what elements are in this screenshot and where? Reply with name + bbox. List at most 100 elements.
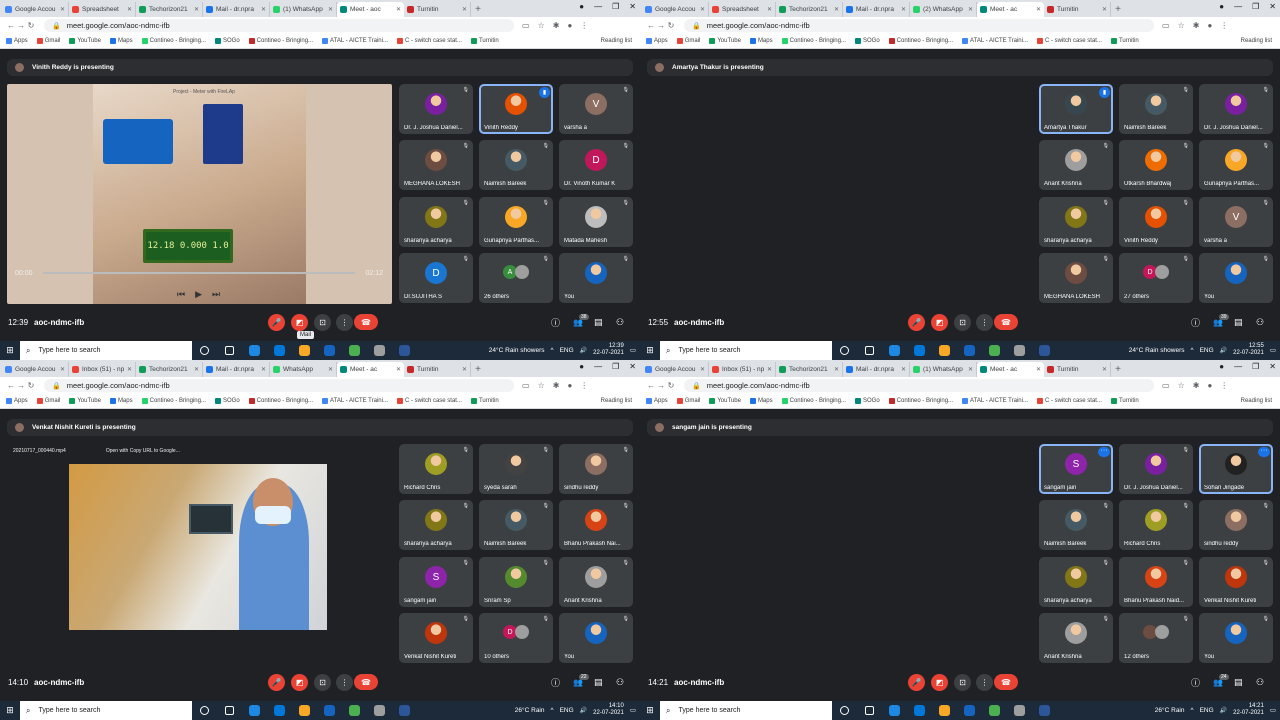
forward-icon[interactable]: → — [16, 21, 26, 30]
browser-tab[interactable]: Turnitin ✕ — [404, 2, 471, 17]
word-icon[interactable] — [1032, 341, 1057, 360]
participant-tile[interactable]: 12 others 🎙 — [1119, 613, 1193, 663]
bookmark-item[interactable]: Gmail — [676, 38, 700, 44]
mic-off-button[interactable]: 🎤 — [908, 313, 925, 331]
tab-close-icon[interactable]: ✕ — [462, 366, 470, 373]
forward-icon[interactable]: → — [656, 381, 666, 390]
browser-tab[interactable]: Techorizon21 ✕ — [776, 362, 843, 377]
app-icon[interactable] — [1007, 701, 1032, 720]
activities-icon[interactable]: ⚇ — [616, 317, 624, 328]
bookmark-item[interactable]: SOGo — [854, 398, 880, 404]
chat-icon[interactable]: ▤ — [1234, 677, 1243, 688]
browser-tab[interactable]: Turnitin ✕ — [404, 362, 471, 377]
participant-tile[interactable]: Naimish Bareek 🎙 — [479, 140, 553, 190]
app-icon[interactable] — [367, 341, 392, 360]
windows-start-icon[interactable]: ⊞ — [640, 345, 660, 356]
cortana-icon[interactable] — [832, 341, 857, 360]
windows-start-icon[interactable]: ⊞ — [0, 705, 20, 716]
participant-tile[interactable]: Gunapriya Parthas... 🎙 — [479, 197, 553, 247]
record-icon[interactable]: ● — [1219, 362, 1224, 371]
tab-close-icon[interactable]: ✕ — [462, 6, 470, 13]
participant-tile[interactable]: You 🎙 — [559, 253, 633, 303]
app-icon[interactable] — [367, 701, 392, 720]
participant-tile[interactable]: MEGHANA LOKESH 🎙 — [399, 140, 473, 190]
participant-tile[interactable]: Gunapriya Parthas... 🎙 — [1199, 140, 1273, 190]
minimize-icon[interactable]: — — [594, 2, 602, 11]
info-icon[interactable]: ⓘ — [1191, 676, 1200, 689]
people-icon[interactable]: 👥 38 — [573, 313, 589, 327]
participant-tile[interactable]: A 26 others 🎙 — [479, 253, 553, 303]
previous-icon[interactable]: ⏮ — [177, 289, 185, 300]
participant-tile[interactable]: sharanya acharya 🎙 — [1039, 557, 1113, 607]
play-icon[interactable]: ▶ — [195, 289, 202, 300]
record-icon[interactable]: ● — [579, 2, 584, 11]
bookmark-item[interactable]: Contineo - Bringing... — [141, 398, 206, 404]
present-button[interactable]: ⊡ — [954, 673, 971, 691]
bookmark-item[interactable]: ATAL - AICTE Traini... — [322, 38, 388, 44]
profile-avatar-icon[interactable]: ● — [567, 381, 572, 390]
file-explorer-icon[interactable] — [292, 341, 317, 360]
chat-icon[interactable]: ▤ — [594, 317, 603, 328]
close-window-icon[interactable]: ✕ — [1269, 2, 1276, 11]
browser-tab[interactable]: Turnitin ✕ — [1044, 362, 1111, 377]
volume-icon[interactable]: 🔊 — [580, 347, 587, 354]
participant-tile[interactable]: Naimish Bareek 🎙 — [479, 500, 553, 550]
tab-close-icon[interactable]: ✕ — [968, 6, 976, 13]
tab-close-icon[interactable]: ✕ — [328, 366, 336, 373]
cast-icon[interactable]: ▭ — [1162, 21, 1170, 30]
participant-tile[interactable]: You 🎙 — [1199, 253, 1273, 303]
omnibox[interactable]: 🔒 meet.google.com/aoc-ndmc-ifb — [44, 379, 514, 392]
reading-list[interactable]: Reading list — [1241, 38, 1272, 44]
browser-tab[interactable]: Techorizon21 ✕ — [136, 362, 203, 377]
participant-tile[interactable]: Richard Chris 🎙 — [1119, 500, 1193, 550]
store-icon[interactable] — [317, 341, 342, 360]
bookmark-item[interactable]: Contineo - Bringing... — [888, 398, 953, 404]
tab-close-icon[interactable]: ✕ — [194, 366, 202, 373]
participant-tile[interactable]: Anant Krishna 🎙 — [1039, 613, 1113, 663]
participant-tile[interactable]: Ssangam jain 🎙 — [399, 557, 473, 607]
bookmark-item[interactable]: Contineo - Bringing... — [248, 38, 313, 44]
browser-tab[interactable]: Mail - dr.npra ✕ — [843, 362, 910, 377]
minimize-icon[interactable]: — — [1234, 362, 1242, 371]
cast-icon[interactable]: ▭ — [1162, 381, 1170, 390]
profile-avatar-icon[interactable]: ● — [1207, 21, 1212, 30]
cortana-icon[interactable] — [832, 701, 857, 720]
participant-tile[interactable]: Vvarsha a 🎙 — [559, 84, 633, 134]
chrome-icon[interactable] — [982, 341, 1007, 360]
word-icon[interactable] — [392, 701, 417, 720]
participant-tile[interactable]: Dr. J. Joshua Daniel... 🎙 — [1199, 84, 1273, 134]
task-view-icon[interactable] — [217, 341, 242, 360]
browser-tab[interactable]: Spreadsheet ✕ — [709, 2, 776, 17]
omnibox[interactable]: 🔒 meet.google.com/aoc-ndmc-ifb — [44, 19, 514, 32]
bookmark-item[interactable]: Contineo - Bringing... — [141, 38, 206, 44]
browser-tab[interactable]: Spreadsheet ✕ — [69, 2, 136, 17]
browser-tab[interactable]: Google Accou ✕ — [642, 362, 709, 377]
browser-tab[interactable]: Meet - aoc ✕ — [337, 2, 404, 17]
back-icon[interactable]: ← — [6, 21, 16, 30]
taskbar-clock[interactable]: 12:55 22-07-2021 — [1233, 343, 1264, 357]
bookmark-item[interactable]: Maps — [749, 398, 773, 404]
menu-icon[interactable]: ⋮ — [580, 381, 588, 390]
chrome-icon[interactable] — [342, 701, 367, 720]
windows-start-icon[interactable]: ⊞ — [640, 705, 660, 716]
browser-tab[interactable]: Google Accou ✕ — [2, 362, 69, 377]
tray-expand-icon[interactable]: ^ — [1191, 347, 1194, 354]
minimize-icon[interactable]: — — [594, 362, 602, 371]
bookmark-item[interactable]: Contineo - Bringing... — [888, 38, 953, 44]
bookmark-item[interactable]: ATAL - AICTE Traini... — [322, 398, 388, 404]
participant-tile[interactable]: You 🎙 — [559, 613, 633, 663]
maximize-icon[interactable]: ❐ — [1252, 2, 1259, 11]
star-icon[interactable]: ☆ — [1178, 21, 1185, 30]
more-options-icon[interactable]: ··· — [1258, 447, 1270, 457]
bookmark-item[interactable]: YouTube — [69, 38, 101, 44]
cast-icon[interactable]: ▭ — [522, 21, 530, 30]
participant-tile[interactable]: D Dr. Vinoth Kumar K 🎙 — [559, 140, 633, 190]
new-tab-icon[interactable]: + — [471, 362, 485, 377]
browser-tab[interactable]: Google Accou ✕ — [642, 2, 709, 17]
activities-icon[interactable]: ⚇ — [616, 677, 624, 688]
browser-tab[interactable]: Mail - dr.npra ✕ — [843, 2, 910, 17]
tray-expand-icon[interactable]: ^ — [1191, 707, 1194, 714]
edge-icon[interactable] — [882, 341, 907, 360]
bookmark-item[interactable]: C - switch case stat... — [396, 398, 462, 404]
tray-expand-icon[interactable]: ^ — [551, 707, 554, 714]
